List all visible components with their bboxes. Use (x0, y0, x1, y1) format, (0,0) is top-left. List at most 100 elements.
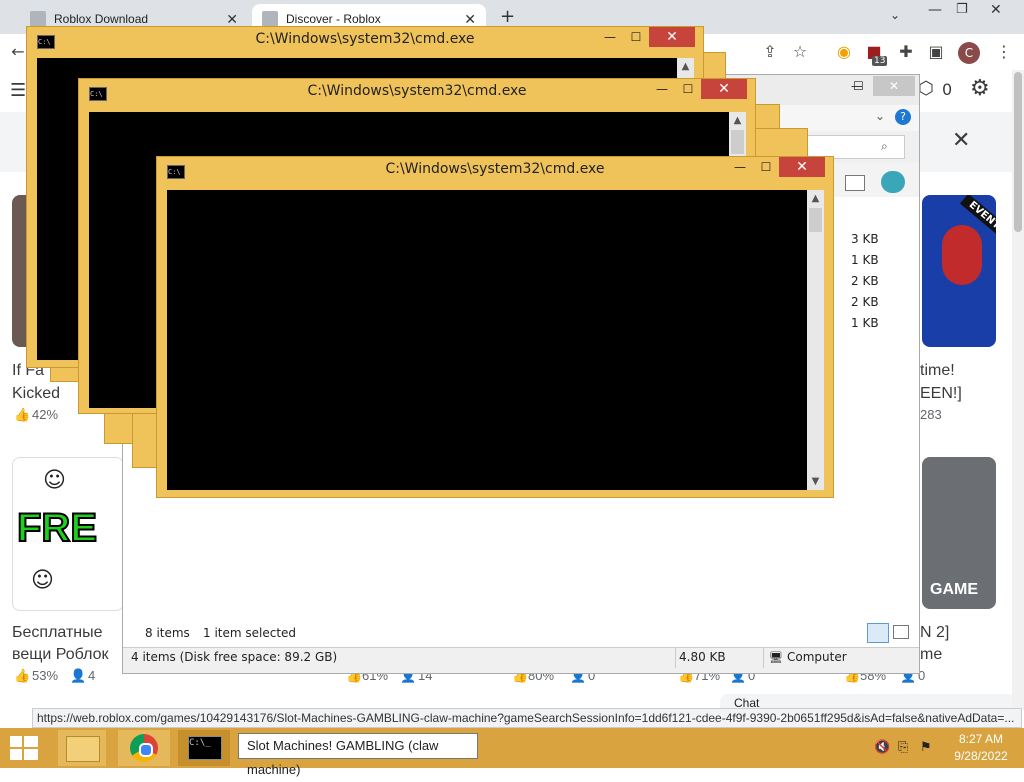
status-selected-count: 1 item selected (203, 626, 297, 640)
hamburger-menu-icon[interactable]: ☰ (10, 80, 26, 101)
large-icons-view-icon[interactable] (893, 625, 909, 639)
tab-search-icon[interactable]: ⌄ (890, 8, 900, 22)
clock-time[interactable]: 8:27 AM (946, 732, 1016, 746)
thumb-free-text: FRE (16, 505, 98, 551)
cmd-window-active[interactable]: C:\ C:\Windows\system32\cmd.exe — ☐ ✕ ▲ … (156, 156, 834, 498)
link-hover-url: https://web.roblox.com/games/10429143176… (32, 708, 1022, 728)
smiley-face-icon: ☺ (31, 568, 54, 593)
side-panel-icon[interactable]: ▣ (926, 42, 946, 62)
scrollbar-thumb[interactable] (731, 130, 744, 154)
player-count: 283 (920, 407, 942, 422)
explorer-maximize-button[interactable]: ☐ (853, 79, 864, 93)
start-windows-icon[interactable] (10, 736, 38, 760)
game-rating: 53% (32, 668, 59, 683)
tab-label: Roblox Download (54, 12, 149, 26)
status-item-count: 8 items (145, 626, 190, 640)
smiley-face-icon: ☺ (43, 468, 66, 493)
computer-icon: 🖥 (769, 651, 783, 664)
cmd-scrollbar[interactable]: ▲ ▼ (807, 190, 824, 490)
cmd-minimize-button[interactable]: — (649, 79, 675, 99)
game-thumbnail[interactable]: EVENT (922, 195, 996, 347)
cmd-maximize-button[interactable]: ☐ (623, 27, 649, 47)
cmd-close-button[interactable]: ✕ (649, 27, 695, 47)
divider (675, 648, 676, 668)
share-icon[interactable]: ⇪ (760, 42, 780, 62)
thumbs-up-icon: 👍 (14, 407, 31, 422)
huggy-wuggy-face-icon (942, 225, 982, 285)
clock-date[interactable]: 9/28/2022 (946, 749, 1016, 763)
cmd-taskbar-button[interactable]: C:\_ (178, 730, 230, 766)
thumbs-up-icon: 👍 (14, 668, 31, 683)
bookmark-star-icon[interactable]: ☆ (790, 42, 810, 62)
settings-gear-icon[interactable]: ⚙ (970, 76, 990, 101)
cmd-minimize-button[interactable]: — (597, 27, 623, 47)
puzzle-extensions-icon[interactable]: ✚ (896, 42, 916, 62)
menu-kebab-icon[interactable]: ⋮ (994, 42, 1014, 62)
chrome-center (139, 743, 153, 757)
file-size: 1 KB (851, 316, 879, 330)
selection-size: 4.80 KB (679, 650, 726, 664)
profile-avatar[interactable]: C (958, 42, 980, 64)
back-icon[interactable]: ← (8, 42, 28, 62)
scroll-up-icon[interactable]: ▲ (807, 190, 824, 207)
minimize-browser-button[interactable]: — (928, 2, 942, 18)
action-center-flag-icon[interactable]: ⚑ (920, 740, 932, 755)
rss-extension-icon[interactable]: ◉ (834, 42, 854, 62)
cmd-minimize-button[interactable]: — (727, 157, 753, 177)
network-icon[interactable]: ⎘ (898, 740, 908, 755)
search-icon: ⌕ (881, 139, 888, 153)
thumb-game-text: GAME (930, 581, 978, 598)
robux-count: 0 (942, 80, 953, 99)
page-scrollbar-thumb[interactable] (1014, 72, 1022, 232)
game-title-line[interactable]: me (920, 646, 942, 664)
restore-browser-button[interactable]: ❐ (956, 2, 968, 17)
cmd-maximize-button[interactable]: ☐ (675, 79, 701, 99)
location-label: Computer (787, 650, 847, 664)
cmd-maximize-button[interactable]: ☐ (753, 157, 779, 177)
scroll-down-icon[interactable]: ▼ (807, 473, 824, 490)
details-view-icon[interactable] (867, 623, 889, 643)
scrollbar-thumb[interactable] (809, 208, 822, 232)
roblox-favicon-icon (262, 11, 278, 27)
game-title-line[interactable]: N 2] (920, 624, 949, 642)
chrome-taskbar-button[interactable] (118, 730, 170, 766)
explorer-close-button[interactable]: ✕ (873, 76, 915, 96)
players-icon: 👤 (70, 668, 87, 683)
robux-icon[interactable]: ⬡ (918, 78, 934, 99)
globe-icon[interactable] (881, 171, 905, 193)
cmd-icon: C:\_ (188, 736, 222, 760)
volume-muted-icon[interactable]: 🔇 (874, 740, 890, 755)
file-size: 2 KB (851, 295, 879, 309)
close-search-icon[interactable]: ✕ (952, 128, 970, 153)
game-title-line[interactable]: time! (920, 362, 955, 380)
new-tab-button[interactable]: + (500, 6, 515, 27)
chevron-down-icon[interactable]: ⌄ (875, 109, 891, 125)
game-title-line[interactable]: EEN!] (920, 385, 962, 403)
extension-badge: 13 (872, 56, 888, 66)
scroll-up-icon[interactable]: ▲ (729, 112, 746, 129)
game-thumbnail[interactable]: GAME (922, 457, 996, 609)
close-browser-button[interactable]: ✕ (990, 2, 1002, 18)
file-size: 3 KB (851, 232, 879, 246)
player-count: 4 (88, 668, 96, 683)
cmd-close-button[interactable]: ✕ (779, 157, 825, 177)
game-title-line[interactable]: вещи Роблок (12, 646, 109, 664)
game-thumbnail[interactable]: FRE ☺ ☺ (12, 457, 124, 611)
roblox-favicon-icon (30, 11, 46, 27)
game-title-line[interactable]: Kicked (12, 385, 60, 403)
game-rating: 42% (32, 407, 59, 422)
preview-pane-icon[interactable] (845, 175, 865, 191)
taskbar-tooltip: Slot Machines! GAMBLING (claw machine) (238, 733, 478, 777)
file-size: 2 KB (851, 274, 879, 288)
disk-free-space: 4 items (Disk free space: 89.2 GB) (131, 650, 338, 664)
game-title-line[interactable]: Бесплатные (12, 624, 103, 642)
file-explorer-taskbar-button[interactable] (58, 730, 106, 766)
cmd-console-area[interactable] (167, 190, 807, 490)
cmd-close-button[interactable]: ✕ (701, 79, 747, 99)
folder-icon (66, 736, 100, 762)
help-icon[interactable]: ? (895, 109, 911, 125)
tab-label: Discover - Roblox (286, 12, 381, 26)
scroll-up-icon[interactable]: ▲ (677, 58, 694, 75)
windows-taskbar: C:\_ 🔇 ⎘ ⚑ 8:27 AM 9/28/2022 (0, 728, 1024, 768)
divider (763, 648, 764, 668)
